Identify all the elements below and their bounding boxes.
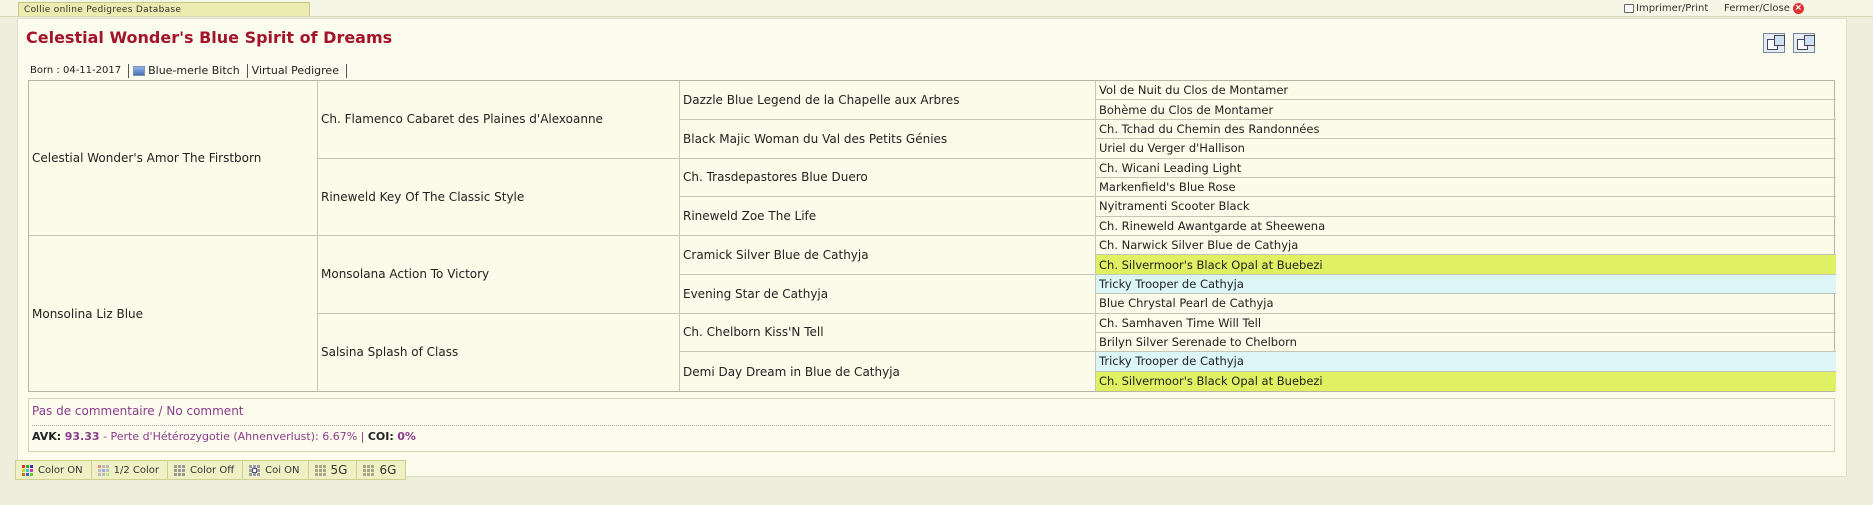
pedigree-gen4[interactable]: Blue Chrystal Pearl de Cathyja	[1096, 294, 1836, 314]
pedigree-gen4-highlighted[interactable]: Ch. Silvermoor's Black Opal at Buebezi	[1096, 255, 1836, 275]
pedigree-gen4[interactable]: Ch. Wicani Leading Light	[1096, 159, 1836, 178]
five-gen-label[interactable]: 5G	[331, 463, 348, 477]
pedigree-gen3[interactable]: Dazzle Blue Legend de la Chapelle aux Ar…	[680, 81, 1096, 120]
virtual-pedigree-link[interactable]: Virtual Pedigree	[248, 64, 347, 78]
coi-value: 0%	[397, 430, 416, 443]
table-icon	[314, 464, 326, 476]
no-comment-text: Pas de commentaire / No comment	[32, 404, 244, 418]
color-grid-icon	[22, 464, 33, 476]
color-swatch-icon	[133, 66, 146, 76]
coi-on-button[interactable]: Coi ON	[242, 460, 309, 480]
pedigree-gen4[interactable]: Vol de Nuit du Clos de Montamer	[1096, 81, 1836, 101]
color-on-label[interactable]: Color ON	[38, 465, 83, 476]
color-off-button[interactable]: Color Off	[167, 460, 244, 480]
view-buttons: Color ON 1/2 Color Color Off Coi ON 5G 6…	[15, 460, 407, 480]
pedigree-gen3[interactable]: Black Majic Woman du Val des Petits Géni…	[680, 119, 1096, 159]
pedigree-gen4-highlighted[interactable]: Tricky Trooper de Cathyja	[1096, 274, 1836, 295]
pedigree-gen3[interactable]: Evening Star de Cathyja	[680, 274, 1096, 314]
half-color-button[interactable]: 1/2 Color	[90, 460, 169, 480]
pedigree-gen4[interactable]: Ch. Tchad du Chemin des Randonnées	[1096, 120, 1836, 140]
coi-label: COI:	[367, 430, 394, 443]
pedigree-gen4[interactable]: Ch. Narwick Silver Blue de Cathyja	[1096, 236, 1836, 256]
pedigree-gen4[interactable]: Nyitramenti Scooter Black	[1096, 197, 1836, 217]
close-link[interactable]: Fermer/Close ×	[1724, 2, 1804, 15]
pedigree-gen4-highlighted[interactable]: Tricky Trooper de Cathyja	[1096, 352, 1836, 372]
pedigree-gen2[interactable]: Monsolana Action To Victory	[318, 236, 680, 314]
born-date: Born : 04-11-2017	[26, 64, 130, 78]
pedigree-gen4[interactable]: Ch. Samhaven Time Will Tell	[1096, 314, 1836, 333]
page-title: Celestial Wonder's Blue Spirit of Dreams	[26, 28, 393, 47]
pedigree-gen3[interactable]: Demi Day Dream in Blue de Cathyja	[680, 352, 1096, 391]
close-label[interactable]: Fermer/Close	[1724, 2, 1790, 15]
printer-icon	[1624, 4, 1634, 13]
pedigree-gen3[interactable]: Rineweld Zoe The Life	[680, 197, 1096, 236]
pedigree-gen4[interactable]: Markenfield's Blue Rose	[1096, 178, 1836, 198]
six-gen-button[interactable]: 6G	[356, 460, 407, 480]
color-on-button[interactable]: Color ON	[15, 460, 92, 480]
pedigree-table: Celestial Wonder's Amor The Firstborn Mo…	[28, 80, 1836, 392]
dog-info: Born : 04-11-2017 Blue-merle Bitch Virtu…	[26, 63, 347, 79]
inbreeding-stats: AVK: 93.33 - Perte d'Hétérozygotie (Ahne…	[32, 430, 416, 443]
close-icon[interactable]: ×	[1792, 3, 1804, 14]
pedigree-gen2[interactable]: Rineweld Key Of The Classic Style	[318, 158, 680, 236]
pedigree-gen4[interactable]: Bohème du Clos de Montamer	[1096, 100, 1836, 120]
print-label[interactable]: Imprimer/Print	[1636, 2, 1708, 15]
copy-window-icon[interactable]	[1763, 33, 1785, 53]
database-title: Collie online Pedigrees Database	[18, 2, 310, 16]
six-gen-label[interactable]: 6G	[379, 463, 396, 477]
pedigree-dam[interactable]: Monsolina Liz Blue	[29, 236, 318, 391]
pedigree-sire[interactable]: Celestial Wonder's Amor The Firstborn	[29, 81, 318, 236]
pedigree-gen3[interactable]: Cramick Silver Blue de Cathyja	[680, 236, 1096, 275]
coi-on-label[interactable]: Coi ON	[265, 465, 299, 476]
five-gen-button[interactable]: 5G	[307, 460, 358, 480]
pedigree-gen4[interactable]: Brilyn Silver Serenade to Chelborn	[1096, 333, 1836, 353]
gray-grid-icon	[174, 464, 186, 476]
pedigree-gen4-highlighted[interactable]: Ch. Silvermoor's Black Opal at Buebezi	[1096, 371, 1836, 391]
comment-divider	[32, 425, 1831, 426]
print-link[interactable]: Imprimer/Print	[1624, 2, 1708, 15]
coi-grid-icon	[249, 464, 261, 476]
avk-label: AVK:	[32, 430, 62, 443]
half-color-label[interactable]: 1/2 Color	[114, 465, 159, 476]
avk-description: - Perte d'Hétérozygotie (Ahnenverlust): …	[103, 430, 365, 443]
color-sex: Blue-merle Bitch	[129, 64, 248, 78]
color-off-label[interactable]: Color Off	[190, 465, 234, 476]
corner-icons	[1763, 33, 1815, 53]
table-icon	[363, 464, 375, 476]
pedigree-gen2[interactable]: Salsina Splash of Class	[318, 313, 680, 391]
comment-box: Pas de commentaire / No comment AVK: 93.…	[28, 398, 1835, 452]
pedigree-gen4[interactable]: Uriel du Verger d'Hallison	[1096, 139, 1836, 159]
pedigree-gen4[interactable]: Ch. Rineweld Awantgarde at Sheewena	[1096, 217, 1836, 236]
copy-window-icon-2[interactable]	[1793, 33, 1815, 53]
pedigree-gen3[interactable]: Ch. Chelborn Kiss'N Tell	[680, 313, 1096, 353]
pedigree-gen3[interactable]: Ch. Trasdepastores Blue Duero	[680, 158, 1096, 198]
avk-value: 93.33	[64, 430, 100, 443]
pedigree-gen2[interactable]: Ch. Flamenco Cabaret des Plaines d'Alexo…	[318, 81, 680, 159]
top-bar: Collie online Pedigrees Database Imprime…	[0, 0, 1873, 17]
color-sex-label: Blue-merle Bitch	[148, 64, 240, 77]
half-color-grid-icon	[97, 464, 109, 476]
